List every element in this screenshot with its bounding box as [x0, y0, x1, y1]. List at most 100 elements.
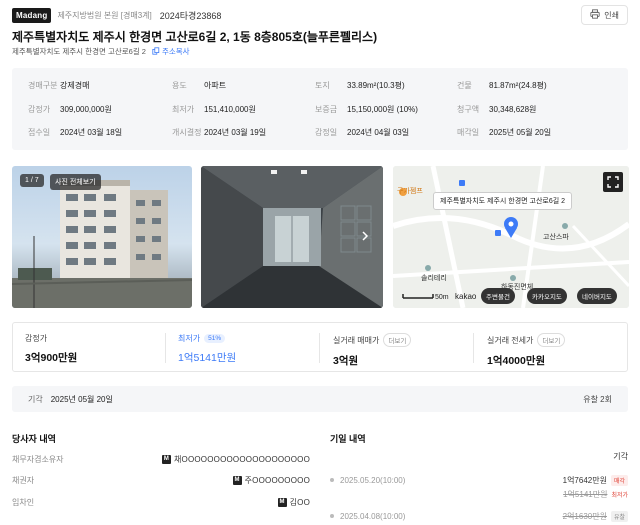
info-value: 81.87m²(24.8평): [489, 81, 547, 90]
info-value: 강제경매: [60, 81, 90, 90]
view-all-photos-button[interactable]: 사진 전체보기: [50, 174, 101, 190]
party-name: 주OOOOOOOOO: [244, 475, 310, 485]
info-land: 토지 33.89m²(10.3평): [315, 80, 405, 91]
naver-map-button[interactable]: 네이버지도: [577, 288, 617, 304]
info-label: 용도: [172, 81, 187, 90]
party-name: 김OO: [289, 497, 310, 507]
copy-icon: [152, 46, 160, 57]
info-label: 매각일: [457, 128, 480, 137]
price-value: 3억원: [333, 355, 359, 367]
info-label: 개시결정: [172, 128, 202, 137]
info-value: 15,150,000원 (10%): [347, 105, 418, 114]
page-title: 제주특별자치도 제주시 한경면 고산로6길 2, 1동 8층805호(늘푸른펠리…: [12, 30, 378, 44]
print-label: 인쇄: [604, 10, 619, 20]
fullscreen-button[interactable]: [603, 172, 623, 192]
info-label: 청구액: [457, 105, 480, 114]
kakao-map-button[interactable]: 카카오지도: [527, 288, 567, 304]
map-poi: 구가젬프: [397, 188, 423, 195]
divider: [319, 333, 320, 363]
info-value: 309,000,000원: [60, 105, 112, 114]
copy-address-button[interactable]: 주소복사: [152, 46, 190, 57]
photo-counter: 1 / 7: [20, 174, 44, 187]
history-row[interactable]: 2025.05.20(10:00) 1억7642만원 매각: [330, 473, 628, 487]
history-min-tag: 최저가: [611, 492, 628, 499]
history-amount: 2억1630만원: [562, 511, 607, 521]
info-value: 33.89m²(10.3평): [347, 81, 405, 90]
sub-address: 제주특별자치도 제주시 한경면 고산로6길 2: [12, 47, 146, 56]
trade-more-button[interactable]: 더보기: [383, 333, 412, 347]
info-auction-type: 경매구분 강제경매: [28, 80, 89, 91]
print-button[interactable]: 인쇄: [581, 5, 628, 25]
price-summary: 감정가 3억900만원 최저가 51% 1억5141만원 실거래 매매가 더보기 3…: [12, 322, 628, 372]
info-value: 2024년 04월 03일: [347, 128, 410, 137]
schedule-label: 기각: [28, 394, 43, 404]
info-min-price: 최저가 151,410,000원: [172, 104, 256, 115]
building-illustration: [12, 180, 192, 308]
min-rate-badge: 51%: [204, 334, 226, 343]
party-role: 채권자: [12, 475, 35, 485]
info-appraisal: 감정가 309,000,000원: [28, 104, 112, 115]
info-value: 30,348,628원: [489, 105, 537, 114]
info-value: 아파트: [204, 81, 227, 90]
info-label: 경매구분: [28, 81, 58, 90]
divider: [165, 333, 166, 363]
info-label: 최저가: [172, 105, 195, 114]
masked-name-icon: M: [232, 475, 242, 485]
sub-address-row: 제주특별자치도 제주시 한경면 고산로6길 2 주소복사: [12, 46, 190, 57]
map-scale: 50m: [435, 294, 449, 301]
map-address-bubble: 제주특별자치도 제주시 한경면 고산로6길 2: [433, 192, 573, 210]
info-start-date: 개시결정 2024년 03월 19일: [172, 127, 266, 138]
timeline-dot: [330, 478, 334, 482]
court-name: 제주지방법원 본원 [경매3계]: [57, 10, 152, 20]
party-row: 채권자 M 주OOOOOOOOO: [12, 473, 310, 487]
history-min-amount: 1억5141만원: [563, 489, 608, 499]
info-value: 2024년 03월 19일: [204, 128, 267, 137]
history-row[interactable]: 2025.04.08(10:00) 2억1630만원 유찰: [330, 509, 628, 523]
map-poi: 솔리테리: [421, 275, 447, 282]
history-title: 기일 내역: [330, 434, 366, 444]
price-appraisal: 감정가 3억900만원: [25, 333, 77, 365]
lease-more-button[interactable]: 더보기: [537, 333, 566, 347]
schedule-bar: 기각 2025년 05월 20일 유찰 2회: [12, 386, 628, 412]
divider: [473, 333, 474, 363]
case-info-panel: 경매구분 강제경매 용도 아파트 토지 33.89m²(10.3평) 건물 81.87m…: [12, 68, 628, 150]
price-value: 3억900만원: [25, 352, 78, 364]
brand-logo[interactable]: Madang: [12, 7, 52, 23]
price-minimum: 최저가 51% 1억5141만원: [178, 333, 236, 365]
info-claim: 청구액 30,348,628원: [457, 104, 536, 115]
info-label: 감정일: [315, 128, 338, 137]
info-sale-date: 매각일 2025년 05월 20일: [457, 127, 551, 138]
info-label: 토지: [315, 81, 330, 90]
property-photo-corridor[interactable]: [201, 166, 383, 308]
expand-icon: [607, 176, 619, 188]
location-map[interactable]: 구가젬프 고산스파 솔리테리 하동진면체 제주특별자치도 제주시 한경면 고산로…: [393, 166, 629, 308]
price-lease: 실거래 전세가 더보기 1억4000만원: [487, 333, 566, 368]
party-role: 임차인: [12, 497, 35, 507]
price-label: 최저가: [178, 334, 201, 343]
copy-address-label: 주소복사: [161, 47, 190, 56]
info-receipt-date: 접수일 2024년 03월 18일: [28, 127, 122, 138]
masked-name-icon: M: [161, 454, 171, 464]
info-value: 2025년 05월 20일: [489, 128, 552, 137]
schedule-date: 2025년 05월 20일: [50, 394, 113, 404]
timeline-dot: [330, 514, 334, 518]
map-poi: 고산스파: [543, 234, 569, 241]
price-label: 실거래 전세가: [487, 335, 534, 345]
info-deposit: 보증금 15,150,000원 (10%): [315, 104, 418, 115]
info-label: 건물: [457, 81, 472, 90]
property-photo-exterior[interactable]: 1 / 7 사진 전체보기: [12, 166, 192, 308]
price-value: 1억4000만원: [487, 355, 546, 367]
history-tag: 유찰: [610, 510, 628, 522]
printer-icon: [590, 9, 600, 21]
fail-count: 유찰 2회: [583, 394, 612, 404]
price-label: 감정가: [25, 334, 48, 343]
price-value: 1억5141만원: [178, 352, 237, 364]
info-appraisal-date: 감정일 2024년 04월 03일: [315, 127, 409, 138]
nearby-items-button[interactable]: 주변물건: [481, 288, 515, 304]
info-value: 151,410,000원: [204, 105, 256, 114]
history-status: 기각: [613, 452, 628, 461]
info-label: 접수일: [28, 128, 51, 137]
party-row: 채무자겸소유자 M 채OOOOOOOOOOOOOOOOOOOO: [12, 452, 310, 466]
price-label: 실거래 매매가: [333, 335, 380, 345]
info-label: 보증금: [315, 105, 338, 114]
